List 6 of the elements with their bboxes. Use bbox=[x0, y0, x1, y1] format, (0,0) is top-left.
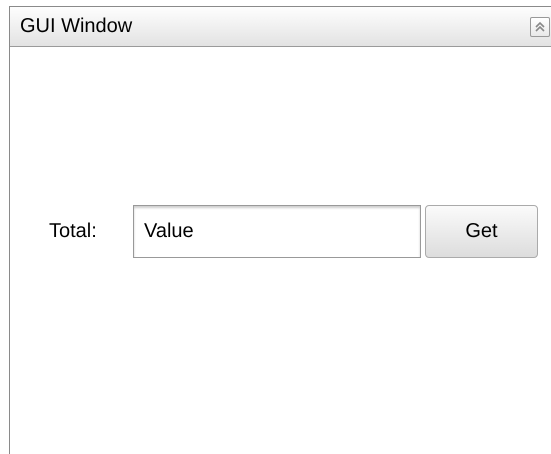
collapse-button[interactable] bbox=[530, 16, 550, 36]
get-button[interactable]: Get bbox=[425, 205, 538, 258]
double-chevron-up-icon bbox=[534, 20, 546, 32]
total-label: Total: bbox=[49, 220, 98, 243]
window-title: GUI Window bbox=[20, 15, 132, 38]
value-field[interactable]: Value bbox=[133, 205, 421, 258]
